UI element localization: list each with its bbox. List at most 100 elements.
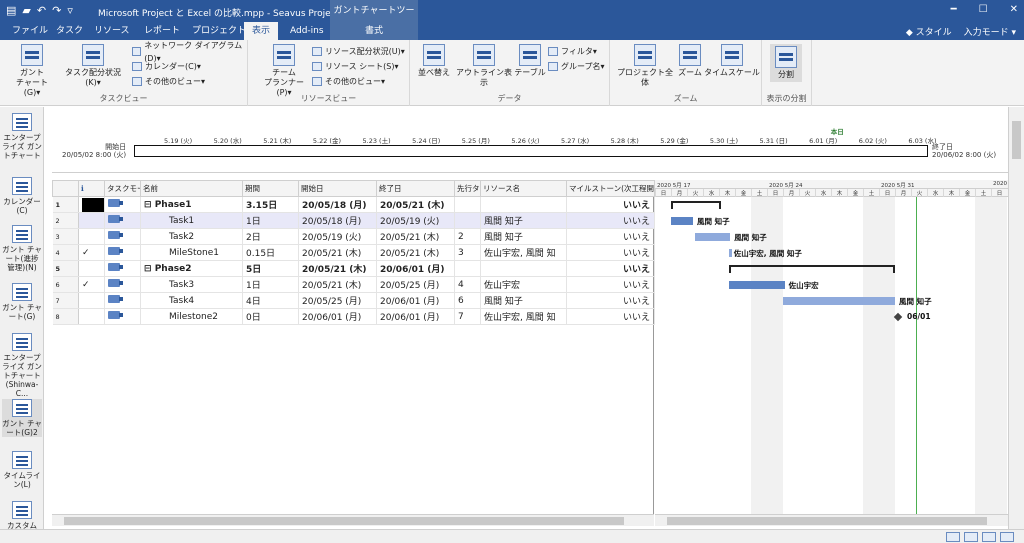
indicator-cell[interactable]	[78, 308, 105, 325]
finish-cell[interactable]: 20/05/19 (火)	[376, 212, 455, 229]
milestone-bar-ms1[interactable]	[728, 249, 732, 257]
sort-button[interactable]: 並べ替え	[416, 44, 452, 78]
zoom-button[interactable]: ズーム	[676, 44, 704, 78]
predecessors-cell[interactable]: 3	[454, 244, 481, 261]
predecessors-cell[interactable]: 2	[454, 228, 481, 245]
collapse-icon[interactable]: ⊟	[144, 264, 155, 274]
table-row[interactable]: 1 ⊟ Phase1 3.15日 20/05/18 (月) 20/05/21 (木) いい…	[52, 196, 655, 213]
milestone-cell[interactable]: いいえ	[566, 196, 655, 213]
table-scroll-thumb[interactable]	[64, 517, 624, 525]
sheet-view-shortcut-icon[interactable]	[1000, 532, 1014, 542]
task-name-cell[interactable]: Task1	[140, 212, 243, 229]
duration-cell[interactable]: 0.15日	[242, 244, 299, 261]
undo-icon[interactable]: ↶	[37, 4, 46, 17]
view-gantt-2[interactable]: ガント チャート(G)2	[2, 399, 42, 437]
usage-view-shortcut-icon[interactable]	[982, 532, 996, 542]
start-cell[interactable]: 20/05/21 (木)	[298, 276, 377, 293]
gantt-chart-button[interactable]: ガント チャート(G)▾	[8, 44, 56, 98]
resource-names-cell[interactable]	[480, 196, 567, 213]
task-mode-cell[interactable]	[104, 244, 141, 261]
gantt-horizontal-scrollbar[interactable]	[655, 514, 1008, 526]
duration-cell[interactable]: 4日	[242, 292, 299, 309]
indicator-cell[interactable]	[78, 228, 105, 245]
row-number[interactable]: 8	[52, 308, 79, 325]
predecessors-cell[interactable]	[454, 196, 481, 213]
header-finish[interactable]: 終了日	[376, 180, 455, 197]
network-diagram-button[interactable]: ネットワーク ダイアグラム(D)▾	[132, 41, 247, 63]
resource-usage-button[interactable]: リソース配分状況(U)▾	[312, 45, 405, 58]
header-resource-names[interactable]: リソース名	[480, 180, 567, 197]
task-mode-cell[interactable]	[104, 276, 141, 293]
table-row[interactable]: 8 Milestone2 0日 20/06/01 (月) 20/06/01 (月) 7 佐山…	[52, 308, 655, 325]
header-name[interactable]: 名前	[140, 180, 243, 197]
view-timeline[interactable]: タイムライン(L)	[2, 451, 42, 489]
header-indicators[interactable]: ℹ	[78, 180, 105, 197]
group-by-button[interactable]: グループ名▾	[548, 60, 605, 73]
resource-names-cell[interactable]: 風間 知子	[480, 292, 567, 309]
task-name-cell[interactable]: Task2	[140, 228, 243, 245]
summary-bar-phase1[interactable]	[671, 201, 722, 209]
task-mode-cell[interactable]	[104, 292, 141, 309]
start-cell[interactable]: 20/05/21 (木)	[298, 260, 377, 277]
predecessors-cell[interactable]	[454, 260, 481, 277]
entire-project-button[interactable]: プロジェクト全体	[614, 44, 676, 88]
resource-names-cell[interactable]: 佐山宇宏, 風間 知	[480, 308, 567, 325]
resource-names-cell[interactable]: 風間 知子	[480, 212, 567, 229]
milestone-cell[interactable]: いいえ	[566, 276, 655, 293]
task-bar-task1[interactable]	[671, 217, 694, 225]
duration-cell[interactable]: 1日	[242, 276, 299, 293]
duration-cell[interactable]: 3.15日	[242, 196, 299, 213]
milestone-cell[interactable]: いいえ	[566, 260, 655, 277]
duration-cell[interactable]: 5日	[242, 260, 299, 277]
view-calendar[interactable]: カレンダー(C)	[2, 177, 42, 215]
resource-names-cell[interactable]: 風間 知子	[480, 228, 567, 245]
resource-names-cell[interactable]	[480, 260, 567, 277]
timescale-button[interactable]: タイムスケール	[704, 44, 760, 78]
header-predecessors[interactable]: 先行タスク	[454, 180, 481, 197]
header-milestone[interactable]: マイルストーン(次工程開始可)	[566, 180, 655, 197]
timeline-bar[interactable]	[134, 145, 928, 157]
style-link[interactable]: ◆ スタイル	[906, 25, 952, 38]
minimize-button[interactable]: ━	[951, 4, 957, 15]
redo-icon[interactable]: ↷	[52, 4, 61, 17]
task-mode-cell[interactable]	[104, 196, 141, 213]
duration-cell[interactable]: 2日	[242, 228, 299, 245]
view-tracking-gantt[interactable]: ガント チャート(進捗管理)(N)	[2, 225, 42, 272]
indicator-cell[interactable]: ✓	[78, 276, 105, 293]
other-resource-views-button[interactable]: その他のビュー▾	[312, 75, 385, 88]
vertical-scroll-thumb[interactable]	[1012, 121, 1021, 159]
task-mode-cell[interactable]	[104, 260, 141, 277]
task-name-cell[interactable]: Task4	[140, 292, 243, 309]
row-number[interactable]: 4	[52, 244, 79, 261]
finish-cell[interactable]: 20/06/01 (月)	[376, 308, 455, 325]
start-cell[interactable]: 20/05/21 (木)	[298, 244, 377, 261]
view-custom[interactable]: カスタム	[2, 501, 42, 530]
task-name-cell[interactable]: MileStone1	[140, 244, 243, 261]
tab-addins[interactable]: Add-ins	[282, 22, 332, 40]
input-mode-link[interactable]: 入力モード ▾	[964, 25, 1016, 38]
duration-cell[interactable]: 1日	[242, 212, 299, 229]
indicator-cell[interactable]: ✓	[78, 244, 105, 261]
start-cell[interactable]: 20/05/19 (火)	[298, 228, 377, 245]
table-row[interactable]: 4 ✓ MileStone1 0.15日 20/05/21 (木) 20/05/21 (木…	[52, 244, 655, 261]
row-number[interactable]: 1	[52, 196, 79, 213]
split-button[interactable]: 分割	[770, 44, 802, 82]
resource-names-cell[interactable]: 佐山宇宏	[480, 276, 567, 293]
team-planner-button[interactable]: チーム プランナー(P)▾	[258, 44, 310, 98]
row-number[interactable]: 7	[52, 292, 79, 309]
normal-view-icon[interactable]	[946, 532, 960, 542]
table-button[interactable]: テーブル	[514, 44, 546, 78]
task-name-cell[interactable]: Task3	[140, 276, 243, 293]
resource-sheet-button[interactable]: リソース シート(S)▾	[312, 60, 398, 73]
table-row[interactable]: 5 ⊟ Phase2 5日 20/05/21 (木) 20/06/01 (月) いいえ	[52, 260, 655, 277]
duration-cell[interactable]: 0日	[242, 308, 299, 325]
tab-task[interactable]: タスク	[48, 22, 91, 40]
milestone-cell[interactable]: いいえ	[566, 212, 655, 229]
table-horizontal-scrollbar[interactable]	[52, 514, 654, 526]
predecessors-cell[interactable]: 7	[454, 308, 481, 325]
table-row[interactable]: 7 Task4 4日 20/05/25 (月) 20/06/01 (月) 6 風間 知子 いい…	[52, 292, 655, 309]
table-row[interactable]: 2 Task1 1日 20/05/18 (月) 20/05/19 (火) 風間 知子 いいえ	[52, 212, 655, 229]
predecessors-cell[interactable]: 6	[454, 292, 481, 309]
resource-names-cell[interactable]: 佐山宇宏, 風間 知	[480, 244, 567, 261]
task-bar-task3[interactable]	[728, 281, 785, 289]
